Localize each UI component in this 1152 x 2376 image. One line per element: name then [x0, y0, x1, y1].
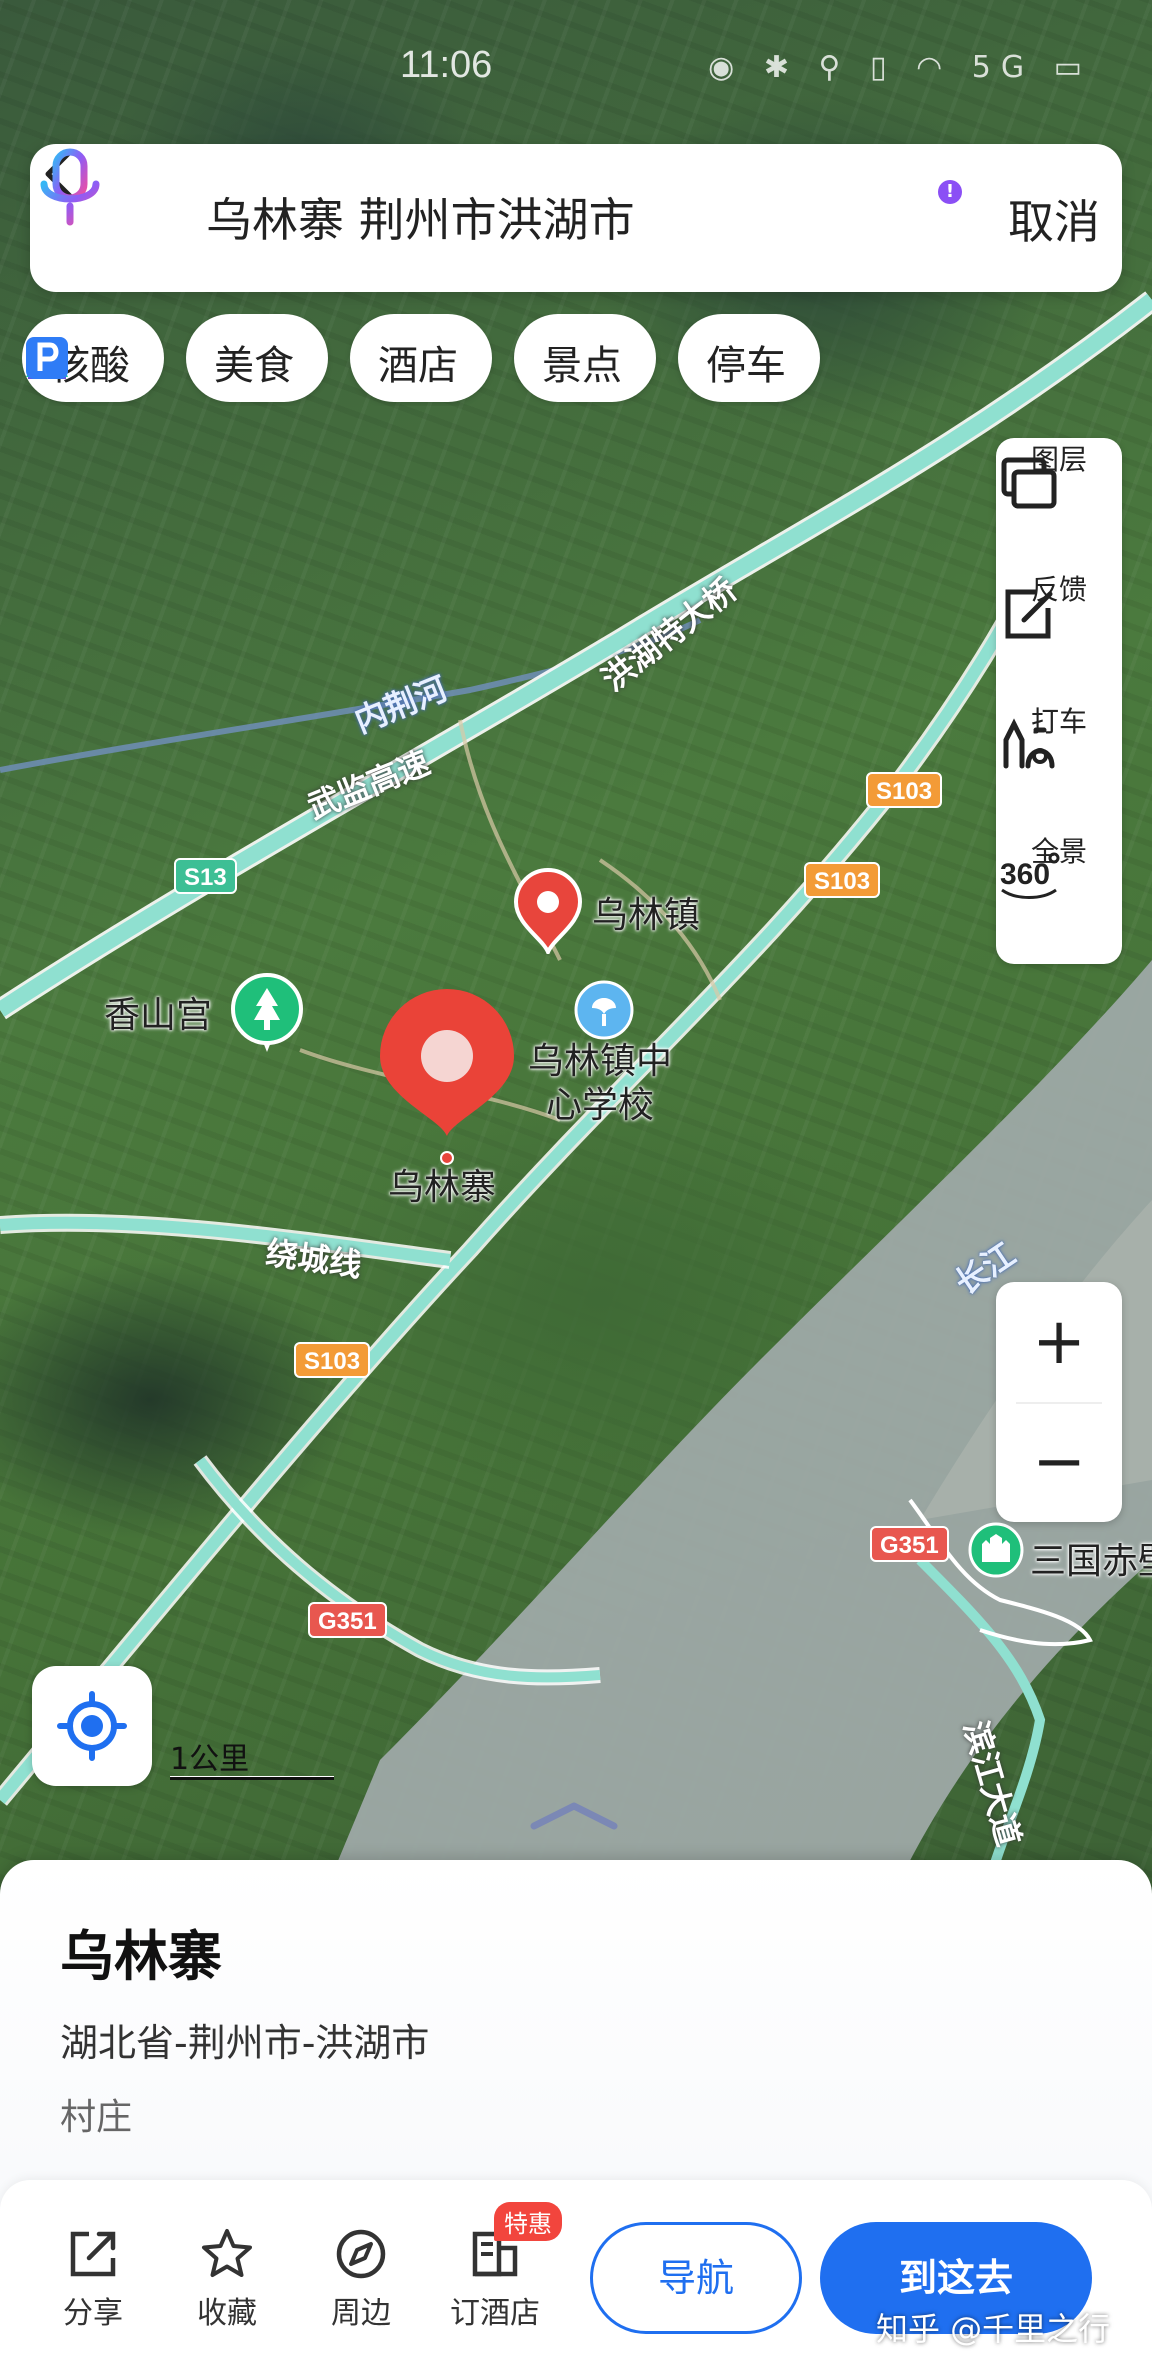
- chip-label: 美食: [214, 343, 294, 389]
- poi-town-marker[interactable]: [512, 868, 584, 954]
- sheet-expand-chevron-icon[interactable]: [528, 1800, 620, 1830]
- chip-label: 景点: [542, 343, 622, 389]
- panorama-360-icon: 360: [1000, 852, 1060, 899]
- star-icon: [202, 2229, 252, 2277]
- parking-icon: [26, 337, 68, 379]
- chip-label: 停车: [706, 343, 786, 389]
- poi-school-label-line1: 乌林镇中: [528, 1041, 673, 1082]
- zoom-in-button[interactable]: +: [996, 1282, 1122, 1402]
- zoom-controls: + −: [996, 1282, 1122, 1522]
- share-icon: [70, 2231, 116, 2277]
- status-time: 11:06: [400, 44, 493, 86]
- search-bar[interactable]: 乌林寨 荆州市洪湖市 ! 取消: [30, 144, 1122, 292]
- badge-g351: G351: [308, 1602, 387, 1638]
- book-hotel-button[interactable]: 订酒店: [440, 2226, 550, 2332]
- chip-scenic[interactable]: 景点: [26, 314, 656, 402]
- nearby-label: 周边: [331, 2296, 391, 2331]
- poi-town-label[interactable]: 乌林镇: [592, 886, 700, 938]
- layers-icon: [1001, 457, 1057, 509]
- status-icons: ◉ ✱ ⚲ ▯ ◠ 5G ▭: [708, 50, 1092, 85]
- nearby-button[interactable]: 周边: [306, 2226, 416, 2332]
- mic-badge: !: [938, 180, 962, 204]
- chip-parking[interactable]: 停车: [26, 314, 820, 402]
- place-title: 乌林寨: [60, 1925, 222, 1988]
- map-scale-bar: [170, 1776, 334, 1780]
- favorite-label: 收藏: [197, 2296, 257, 2331]
- search-input[interactable]: 乌林寨 荆州市洪湖市: [206, 184, 635, 250]
- cancel-button[interactable]: 取消: [1008, 186, 1100, 252]
- badge-s103: S103: [866, 772, 943, 808]
- place-type: 村庄: [60, 2097, 133, 2138]
- zoom-out-button[interactable]: −: [996, 1402, 1122, 1522]
- favorite-button[interactable]: 收藏: [172, 2226, 282, 2332]
- map-scale-label: 1公里: [170, 1742, 250, 1777]
- poi-scenic-icon[interactable]: [968, 1522, 1024, 1578]
- tool-layers[interactable]: 图层: [996, 438, 1122, 568]
- category-chips: 核酸 美食 酒店 景点 停车: [22, 314, 1152, 406]
- badge-g351: G351: [870, 1526, 949, 1562]
- selected-location-label: 乌林寨: [388, 1167, 497, 1208]
- selected-location-pin[interactable]: [374, 986, 520, 1166]
- poi-park-label[interactable]: 香山宫: [104, 986, 212, 1038]
- tool-taxi[interactable]: 打车: [996, 700, 1122, 830]
- locate-icon: [57, 1691, 127, 1761]
- taxi-icon: [1003, 718, 1055, 769]
- badge-s13: S13: [174, 858, 237, 894]
- map-view[interactable]: 内荆河 洪湖特大桥 武监高速 绕城线 长江 滨江大道 S13 S103 S103…: [0, 0, 1152, 1880]
- chip-food[interactable]: 美食: [26, 314, 328, 402]
- svg-text:360: 360: [1000, 858, 1050, 891]
- chip-label: 酒店: [378, 343, 458, 389]
- poi-park-icon[interactable]: [230, 972, 304, 1056]
- poi-school-label[interactable]: 乌林镇中 心学校: [528, 1040, 672, 1128]
- map-tools: 图层 反馈 打车 360 全景: [996, 438, 1122, 964]
- deal-badge: 特惠: [494, 2202, 562, 2241]
- book-hotel-label: 订酒店: [450, 2296, 540, 2331]
- poi-school-icon[interactable]: [574, 980, 634, 1040]
- watermark: 知乎 @千里之行: [876, 2310, 1111, 2348]
- tool-panorama[interactable]: 360 全景: [996, 830, 1122, 960]
- feedback-icon: [1005, 589, 1053, 639]
- poi-school-label-line2: 心学校: [546, 1085, 655, 1126]
- place-address: 湖北省-荆州市-洪湖市: [60, 2021, 430, 2065]
- badge-s103: S103: [294, 1342, 371, 1378]
- voice-mic-icon[interactable]: [30, 144, 110, 234]
- locate-button[interactable]: [32, 1666, 152, 1786]
- poi-scenic-label[interactable]: 三国赤壁: [1030, 1532, 1152, 1584]
- share-button[interactable]: 分享: [38, 2226, 148, 2332]
- chip-hotel[interactable]: 酒店: [28, 314, 492, 402]
- compass-icon: [336, 2229, 386, 2279]
- navigation-button[interactable]: 导航: [590, 2222, 802, 2334]
- badge-s103: S103: [804, 862, 881, 898]
- share-label: 分享: [63, 2296, 123, 2331]
- tool-feedback[interactable]: 反馈: [996, 568, 1122, 698]
